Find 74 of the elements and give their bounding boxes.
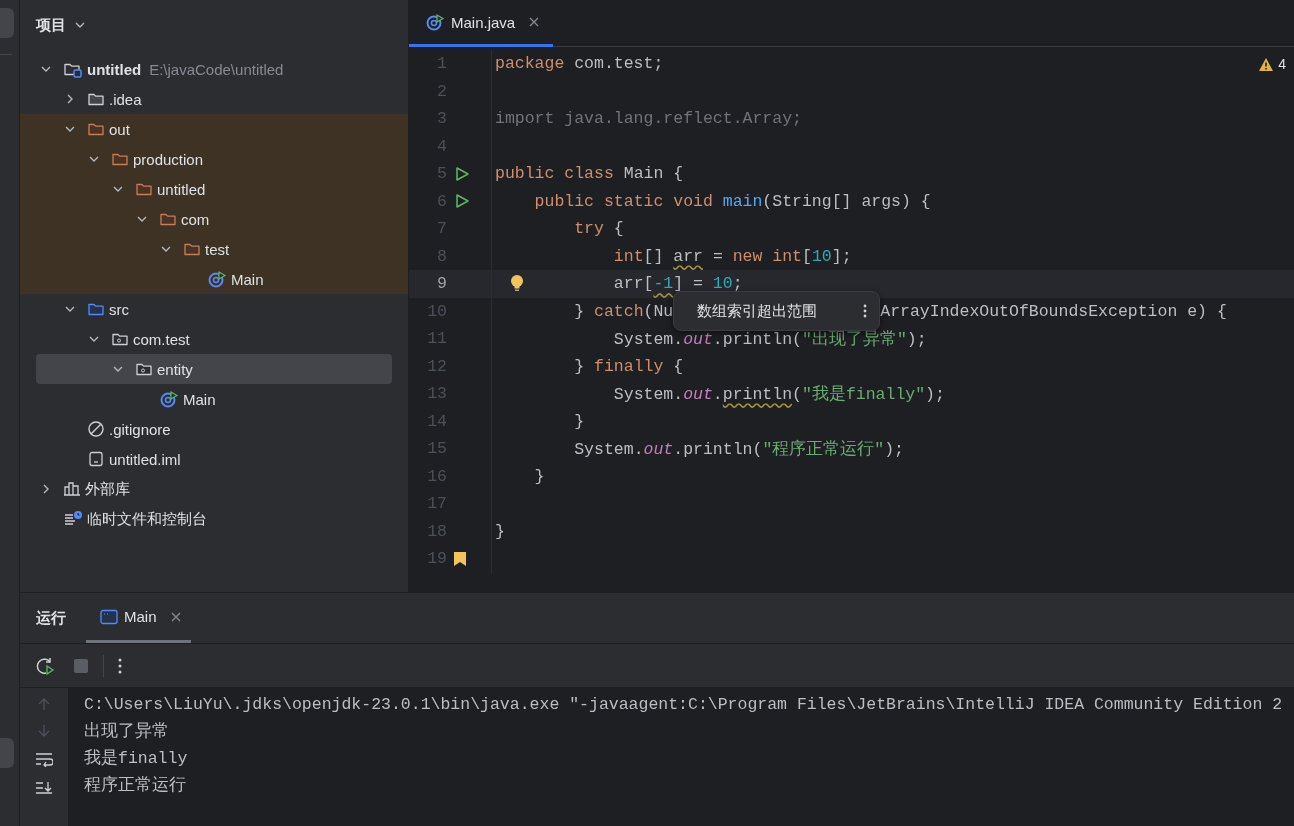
lightbulb-icon xyxy=(509,274,525,292)
item-label: com.test xyxy=(133,330,190,348)
item-label: .idea xyxy=(109,90,142,108)
soft-wrap-icon xyxy=(35,751,53,767)
more-icon xyxy=(863,304,868,319)
console-icon xyxy=(100,608,118,625)
code-text: int[] arr = new int[10]; xyxy=(613,246,852,266)
console-line: 我是finally xyxy=(84,748,189,770)
library-icon xyxy=(63,480,81,498)
code-text: } xyxy=(574,411,585,431)
item-label: out xyxy=(109,120,130,138)
file-icon xyxy=(87,450,105,468)
tree-item[interactable]: 外部库 xyxy=(36,474,392,504)
code-text: public static void main(String[] args) { xyxy=(534,191,931,211)
run-icon xyxy=(454,193,470,210)
code-text: } finally { xyxy=(574,356,684,376)
item-label: .gitignore xyxy=(109,420,171,438)
panel-title[interactable]: 项目 xyxy=(36,15,66,35)
tree-item[interactable]: entity xyxy=(36,354,392,384)
editor-tab[interactable]: Main.java xyxy=(409,0,554,47)
item-label: untitled xyxy=(157,180,206,198)
panel-title: 运行 xyxy=(36,608,66,628)
item-label: 临时文件和控制台 xyxy=(87,509,207,529)
console-line: 程序正常运行 xyxy=(84,774,187,797)
class-icon xyxy=(207,270,227,288)
item-label: entity xyxy=(157,360,193,378)
code-text: } xyxy=(495,521,505,541)
code-text: arr[-1] = 10; xyxy=(613,274,743,294)
code-text: public class Main { xyxy=(495,164,684,184)
code-text: } xyxy=(534,466,545,486)
item-label: Main xyxy=(231,270,264,288)
hint-text: 数组索引超出范围 xyxy=(697,301,818,321)
bookmark-icon xyxy=(454,551,466,566)
close-icon xyxy=(170,611,181,622)
tree-item[interactable]: com.test xyxy=(36,324,392,354)
code-text: } catch(Nu xyxy=(574,301,674,321)
warning-count[interactable]: 4 xyxy=(1278,56,1286,72)
item-label: src xyxy=(109,300,129,318)
class-icon xyxy=(159,390,179,408)
code-text: ArrayIndexOutOfBoundsException e) { xyxy=(880,301,1227,321)
close-icon xyxy=(529,17,540,27)
item-path: E:\javaCode\untitled xyxy=(149,60,284,78)
tree-item[interactable]: src xyxy=(36,294,392,324)
run-tab[interactable]: Main xyxy=(86,593,191,643)
code-text: System.out.println("我是finally"); xyxy=(613,383,945,405)
code-text: try { xyxy=(574,219,624,239)
item-label: production xyxy=(133,150,204,168)
item-label: test xyxy=(205,240,230,258)
item-label: 外部库 xyxy=(85,479,130,499)
scratch-icon xyxy=(63,510,83,528)
line-number: 9 xyxy=(436,274,447,294)
tree-item[interactable]: untitled E:\javaCode\untitled xyxy=(36,54,392,84)
ignore-icon xyxy=(87,420,105,438)
scroll-to-end-icon xyxy=(35,780,53,796)
code-text: package com.test; xyxy=(495,54,664,74)
console-line: 出现了异常 xyxy=(84,721,170,743)
item-label: untitled.iml xyxy=(109,450,181,468)
tree-item[interactable]: untitled.iml xyxy=(36,444,392,474)
item-label: com xyxy=(181,210,210,228)
code-text: System.out.println("程序正常运行"); xyxy=(574,438,904,460)
item-label: untitled xyxy=(87,60,142,78)
class-icon xyxy=(425,13,445,31)
tree-item[interactable]: 临时文件和控制台 xyxy=(36,504,392,534)
run-icon xyxy=(454,165,470,182)
arrow-up-icon xyxy=(37,697,51,711)
tree-item[interactable]: Main xyxy=(36,384,392,414)
console-line: C:\Users\LiuYu\.jdks\openjdk-23.0.1\bin\java.exe "-javaagent:C:\Program Files\JetBrains\IntelliJ IDEA Community Edition 2 xyxy=(84,694,1284,716)
arrow-down-icon xyxy=(37,724,51,738)
tree-item[interactable]: .idea xyxy=(36,84,392,114)
code-text: System.out.println("出现了异常"); xyxy=(613,328,927,350)
warning-icon xyxy=(1258,56,1275,72)
tree-item[interactable]: .gitignore xyxy=(36,414,392,444)
item-label: Main xyxy=(183,390,216,408)
code-text: import java.lang.reflect.Array; xyxy=(495,109,802,129)
